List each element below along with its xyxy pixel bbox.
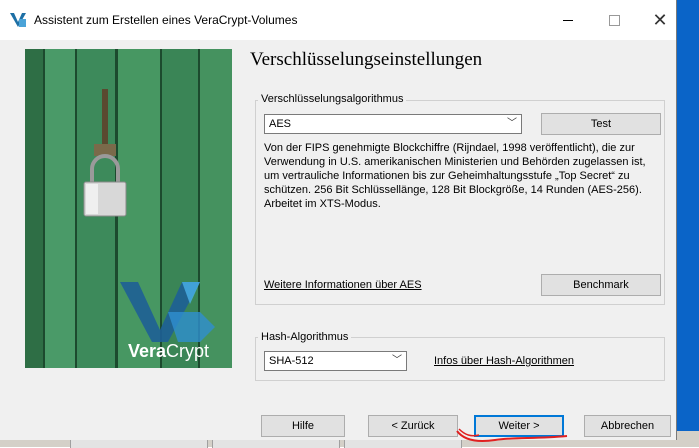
minimize-button[interactable] [545,0,591,40]
back-button[interactable]: < Zurück [368,415,458,437]
desktop-background [677,0,699,447]
maximize-button[interactable] [591,0,637,40]
veracrypt-app-icon [10,13,26,27]
chevron-down-icon: ﹀ [392,355,402,366]
test-button[interactable]: Test [541,113,661,135]
cancel-button[interactable]: Abbrechen [584,415,671,437]
encryption-selected-value: AES [269,118,292,130]
encryption-group-label: Verschlüsselungsalgorithmus [258,93,407,105]
hash-group-label: Hash-Algorithmus [258,331,352,343]
hash-info-link[interactable]: Infos über Hash-Algorithmen [434,355,574,367]
minimize-icon [563,19,573,21]
close-button[interactable]: ✕ [637,0,683,40]
more-info-aes-link[interactable]: Weitere Informationen über AES [264,279,422,291]
encryption-algorithm-select[interactable]: AES ﹀ [264,114,522,134]
window-title: Assistent zum Erstellen eines VeraCrypt-… [34,13,298,27]
veracrypt-logo-text: VeraCrypt [128,341,210,361]
wizard-banner-image: VeraCrypt [25,49,232,368]
padlock-icon [83,89,127,217]
chevron-down-icon: ﹀ [507,118,517,129]
title-bar[interactable]: Assistent zum Erstellen eines VeraCrypt-… [0,0,676,40]
algorithm-description: Von der FIPS genehmigte Blockchiffre (Ri… [264,142,646,210]
benchmark-button[interactable]: Benchmark [541,274,661,296]
red-annotation-scribble [456,428,568,442]
veracrypt-logo-icon [120,282,215,342]
hash-selected-value: SHA-512 [269,355,314,367]
hash-algorithm-select[interactable]: SHA-512 ﹀ [264,351,407,371]
close-icon: ✕ [652,10,668,30]
wizard-window: Assistent zum Erstellen eines VeraCrypt-… [0,0,677,440]
page-title: Verschlüsselungseinstellungen [250,49,483,70]
maximize-icon [608,14,620,26]
help-button[interactable]: Hilfe [261,415,345,437]
